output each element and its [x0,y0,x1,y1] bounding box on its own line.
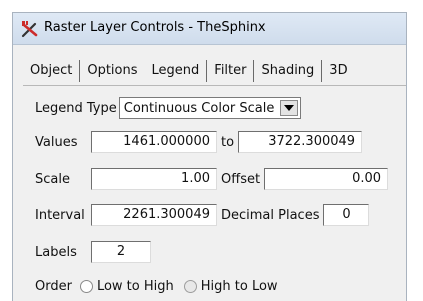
tab-legend[interactable]: Legend [144,57,207,85]
offset-input[interactable]: 0.00 [264,168,389,190]
values-to-label: to [221,134,235,150]
high-to-low-label: High to Low [200,278,278,294]
tab-shading[interactable]: Shading [254,57,321,85]
scale-input[interactable]: 1.00 [91,168,217,190]
interval-input[interactable]: 2261.300049 [91,204,217,226]
legend-type-select[interactable]: Continuous Color Scale [118,97,302,119]
order-high-to-low-option[interactable]: High to Low [183,278,278,294]
chevron-down-icon[interactable] [280,100,299,116]
interval-row: Interval 2261.300049 Decimal Places 0 [35,204,370,226]
values-from-input[interactable]: 1461.000000 [91,131,217,153]
decimal-places-input[interactable]: 0 [323,204,370,226]
values-to-input[interactable]: 3722.300049 [238,131,363,153]
tab-filter[interactable]: Filter [207,57,253,85]
scale-label: Scale [35,171,70,187]
title-bar[interactable]: Raster Layer Controls - TheSphinx [13,13,406,45]
decimal-places-label: Decimal Places [221,207,320,223]
tab-options[interactable]: Options [80,57,144,85]
window-title: Raster Layer Controls - TheSphinx [44,20,266,35]
order-row: Order Low to High High to Low [35,275,278,297]
raster-layer-controls-window: Raster Layer Controls - TheSphinx Object… [12,12,407,301]
values-label: Values [35,134,78,150]
scale-offset-row: Scale 1.00 Offset 0.00 [35,168,389,190]
tab-object[interactable]: Object [23,57,79,85]
order-label: Order [35,278,72,294]
high-to-low-radio[interactable] [183,279,197,293]
low-to-high-label: Low to High [96,278,174,294]
labels-input[interactable]: 2 [91,241,151,263]
order-low-to-high-option[interactable]: Low to High [79,278,174,294]
offset-label: Offset [221,171,261,187]
interval-label: Interval [35,207,85,223]
labels-row: Labels 2 [35,241,151,263]
values-row: Values 1461.000000 to 3722.300049 [35,131,363,153]
legend-type-value: Continuous Color Scale [123,100,275,116]
app-icon [21,21,38,38]
low-to-high-radio[interactable] [79,279,93,293]
labels-label: Labels [35,244,77,260]
legend-type-label: Legend Type [35,100,117,116]
tab-bar: Object Options Legend Filter Shading 3D [23,57,406,86]
tab-3d[interactable]: 3D [322,57,354,85]
legend-type-row: Legend Type Continuous Color Scale [35,97,302,119]
